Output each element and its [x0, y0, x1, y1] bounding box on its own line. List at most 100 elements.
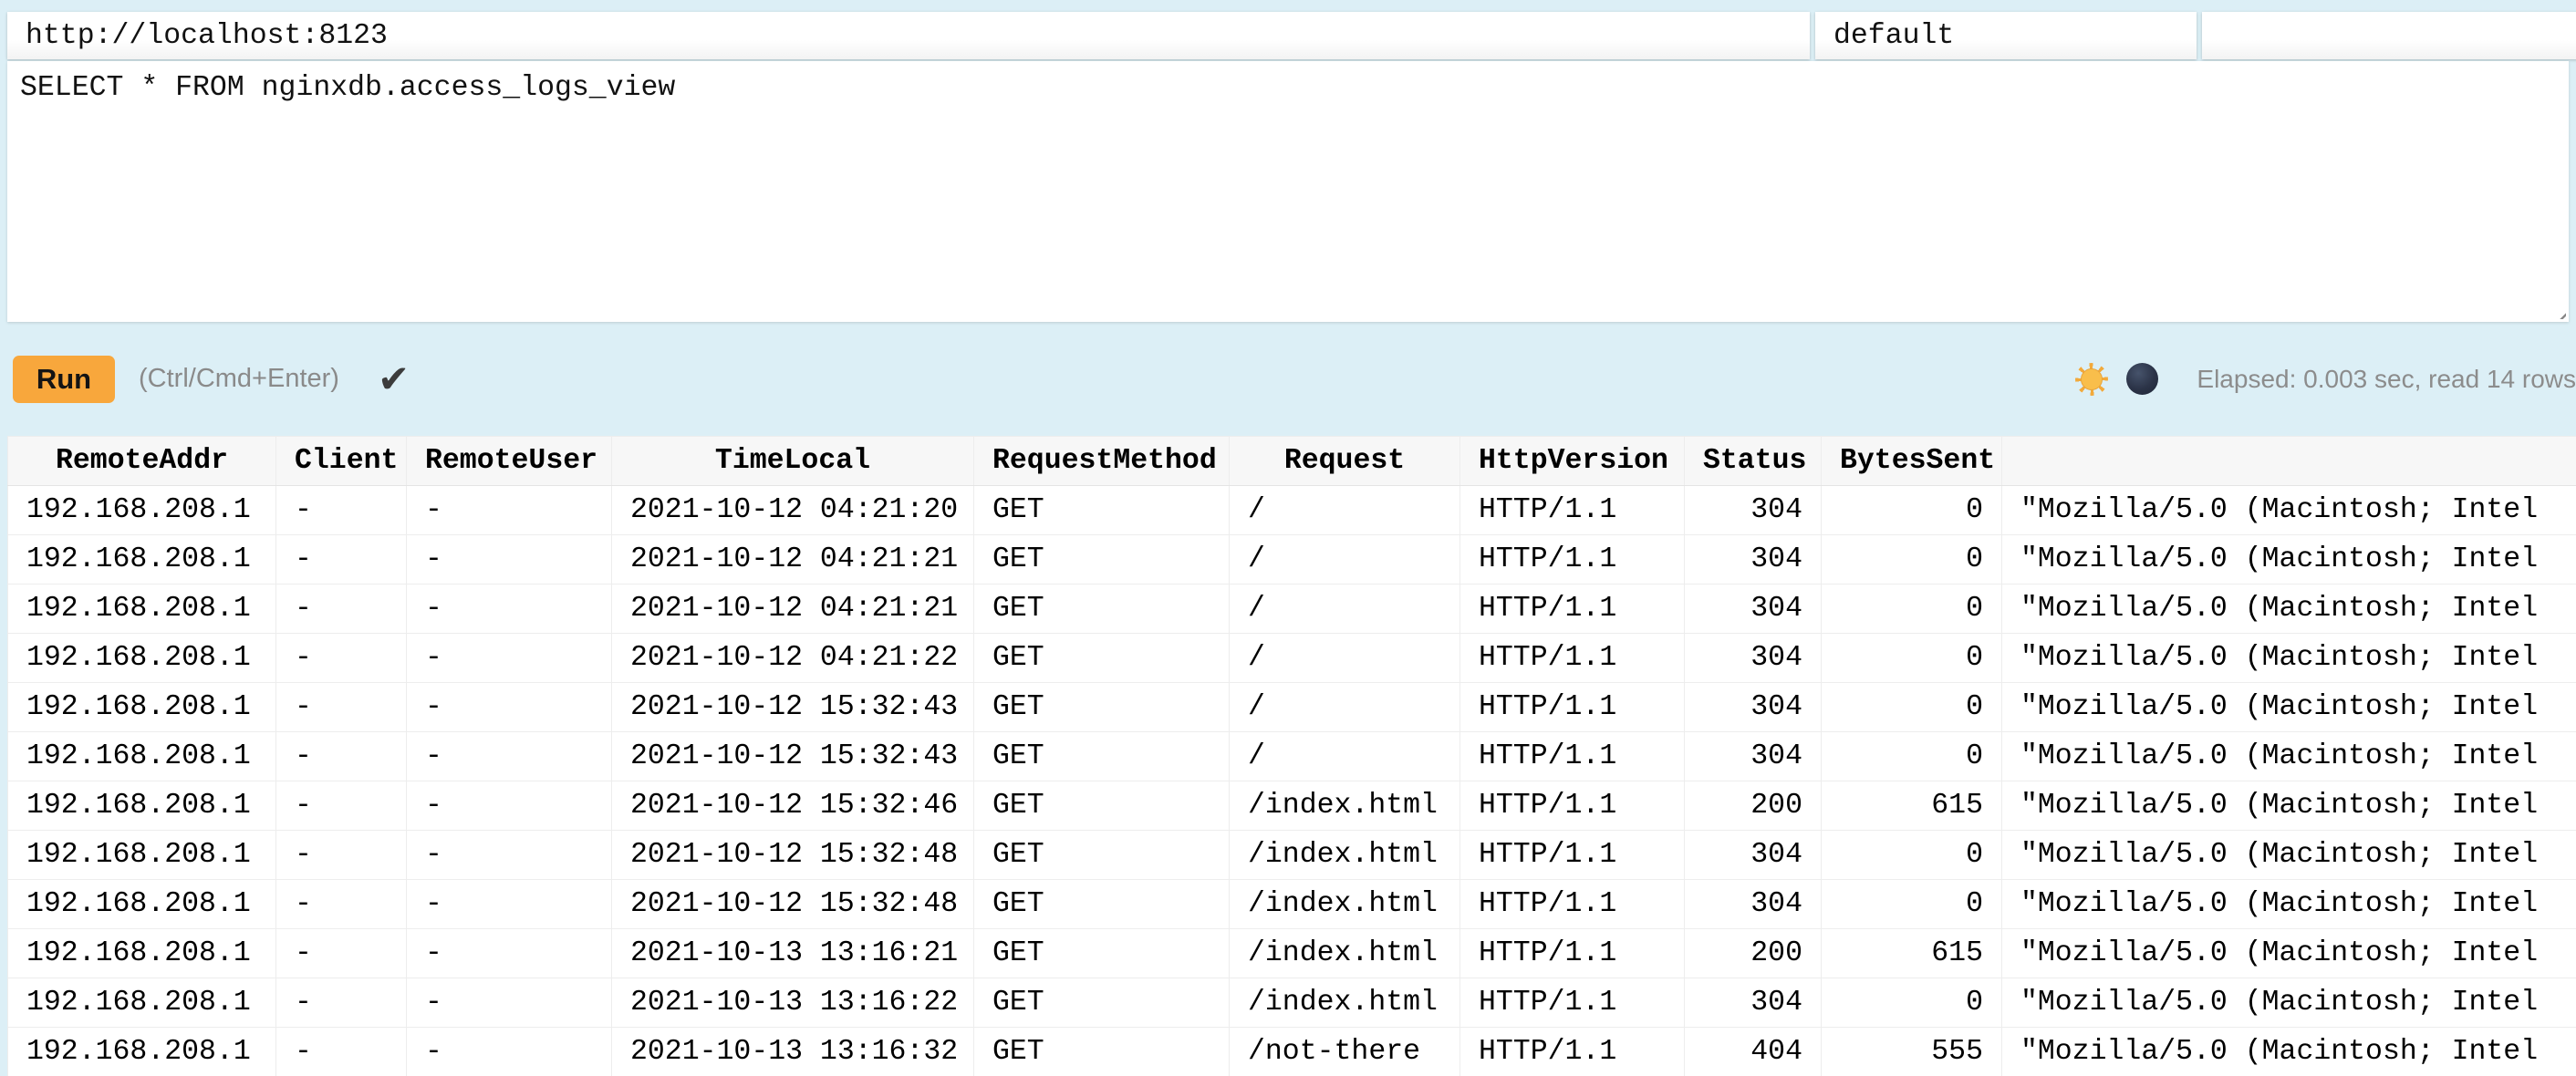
- table-cell: 2021-10-12 04:21:21: [612, 535, 974, 585]
- table-cell: 0: [1822, 880, 2002, 929]
- table-cell: GET: [974, 683, 1230, 732]
- table-cell: -: [276, 585, 407, 634]
- table-cell: -: [276, 929, 407, 978]
- table-cell: GET: [974, 1028, 1230, 1076]
- column-header-request: Request: [1230, 437, 1460, 486]
- table-cell: /: [1230, 634, 1460, 683]
- table-cell: -: [407, 929, 612, 978]
- table-cell: -: [407, 486, 612, 535]
- table-cell: -: [276, 732, 407, 781]
- table-cell: 2021-10-12 15:32:43: [612, 732, 974, 781]
- table-cell: 192.168.208.1: [8, 535, 276, 585]
- run-button[interactable]: Run: [13, 356, 115, 403]
- username-input[interactable]: [1815, 12, 2197, 59]
- table-cell: 0: [1822, 486, 2002, 535]
- table-cell: 192.168.208.1: [8, 732, 276, 781]
- results-body: 192.168.208.1--2021-10-12 04:21:20GET/HT…: [8, 486, 2576, 1076]
- table-cell: GET: [974, 732, 1230, 781]
- table-cell: /: [1230, 732, 1460, 781]
- table-cell: -: [276, 880, 407, 929]
- table-cell: 304: [1685, 978, 1822, 1028]
- table-cell: 2021-10-13 13:16:22: [612, 978, 974, 1028]
- table-cell: -: [407, 634, 612, 683]
- column-header-httpversion: HttpVersion: [1460, 437, 1685, 486]
- run-toolbar: Run (Ctrl/Cmd+Enter) ✔ Elapsed: 0.003 se…: [0, 322, 2576, 436]
- table-cell: 304: [1685, 831, 1822, 880]
- table-cell: 2021-10-13 13:16:32: [612, 1028, 974, 1076]
- table-cell: 200: [1685, 929, 1822, 978]
- results-table: RemoteAddrClientRemoteUserTimeLocalReque…: [7, 436, 2576, 1076]
- connection-bar: [0, 12, 2576, 59]
- query-textarea[interactable]: SELECT * FROM nginxdb.access_logs_view: [7, 61, 2569, 322]
- column-header-timelocal: TimeLocal: [612, 437, 974, 486]
- table-cell: /index.html: [1230, 831, 1460, 880]
- table-cell: "Mozilla/5.0 (Macintosh; Intel: [2002, 929, 2576, 978]
- server-url-input[interactable]: [7, 12, 1810, 59]
- table-cell: 192.168.208.1: [8, 683, 276, 732]
- table-cell: HTTP/1.1: [1460, 634, 1685, 683]
- table-row: 192.168.208.1--2021-10-13 13:16:32GET/no…: [8, 1028, 2576, 1076]
- table-cell: -: [276, 781, 407, 831]
- table-cell: 192.168.208.1: [8, 978, 276, 1028]
- table-cell: 304: [1685, 535, 1822, 585]
- table-cell: 192.168.208.1: [8, 486, 276, 535]
- table-cell: HTTP/1.1: [1460, 732, 1685, 781]
- table-cell: 555: [1822, 1028, 2002, 1076]
- table-cell: HTTP/1.1: [1460, 880, 1685, 929]
- table-cell: HTTP/1.1: [1460, 781, 1685, 831]
- table-row: 192.168.208.1--2021-10-12 15:32:48GET/in…: [8, 880, 2576, 929]
- table-cell: GET: [974, 634, 1230, 683]
- table-cell: 192.168.208.1: [8, 831, 276, 880]
- column-header-useragent: [2002, 437, 2576, 486]
- column-header-remoteuser: RemoteUser: [407, 437, 612, 486]
- table-cell: 2021-10-12 15:32:46: [612, 781, 974, 831]
- table-cell: HTTP/1.1: [1460, 831, 1685, 880]
- table-cell: GET: [974, 880, 1230, 929]
- table-cell: GET: [974, 978, 1230, 1028]
- password-input[interactable]: [2202, 12, 2576, 59]
- table-cell: -: [407, 978, 612, 1028]
- table-cell: HTTP/1.1: [1460, 929, 1685, 978]
- table-cell: HTTP/1.1: [1460, 1028, 1685, 1076]
- table-cell: "Mozilla/5.0 (Macintosh; Intel: [2002, 634, 2576, 683]
- table-cell: 0: [1822, 732, 2002, 781]
- table-cell: -: [276, 683, 407, 732]
- results-area: RemoteAddrClientRemoteUserTimeLocalReque…: [7, 436, 2576, 1076]
- table-cell: /: [1230, 683, 1460, 732]
- table-cell: 192.168.208.1: [8, 880, 276, 929]
- table-cell: 615: [1822, 781, 2002, 831]
- table-cell: 2021-10-12 15:32:48: [612, 831, 974, 880]
- table-cell: 2021-10-12 04:21:20: [612, 486, 974, 535]
- table-row: 192.168.208.1--2021-10-12 15:32:48GET/in…: [8, 831, 2576, 880]
- sun-light-theme-icon[interactable]: [2075, 363, 2108, 396]
- table-cell: 200: [1685, 781, 1822, 831]
- table-cell: -: [407, 585, 612, 634]
- table-row: 192.168.208.1--2021-10-12 15:32:43GET/HT…: [8, 732, 2576, 781]
- table-cell: 304: [1685, 880, 1822, 929]
- table-cell: "Mozilla/5.0 (Macintosh; Intel: [2002, 880, 2576, 929]
- table-cell: 304: [1685, 486, 1822, 535]
- table-cell: -: [407, 732, 612, 781]
- table-cell: 2021-10-12 04:21:21: [612, 585, 974, 634]
- table-cell: GET: [974, 486, 1230, 535]
- moon-dark-theme-icon[interactable]: [2126, 363, 2158, 395]
- table-cell: /: [1230, 535, 1460, 585]
- table-cell: HTTP/1.1: [1460, 486, 1685, 535]
- column-header-remoteaddr: RemoteAddr: [8, 437, 276, 486]
- table-cell: /: [1230, 486, 1460, 535]
- table-cell: -: [407, 1028, 612, 1076]
- table-cell: 0: [1822, 634, 2002, 683]
- table-cell: -: [276, 634, 407, 683]
- table-cell: GET: [974, 781, 1230, 831]
- table-cell: 0: [1822, 978, 2002, 1028]
- table-row: 192.168.208.1--2021-10-12 15:32:43GET/HT…: [8, 683, 2576, 732]
- column-header-bytessent: BytesSent: [1822, 437, 2002, 486]
- table-cell: /index.html: [1230, 781, 1460, 831]
- table-row: 192.168.208.1--2021-10-12 04:21:22GET/HT…: [8, 634, 2576, 683]
- table-cell: "Mozilla/5.0 (Macintosh; Intel: [2002, 535, 2576, 585]
- table-row: 192.168.208.1--2021-10-13 13:16:21GET/in…: [8, 929, 2576, 978]
- table-cell: -: [276, 1028, 407, 1076]
- table-cell: -: [276, 831, 407, 880]
- table-cell: HTTP/1.1: [1460, 535, 1685, 585]
- table-cell: "Mozilla/5.0 (Macintosh; Intel: [2002, 1028, 2576, 1076]
